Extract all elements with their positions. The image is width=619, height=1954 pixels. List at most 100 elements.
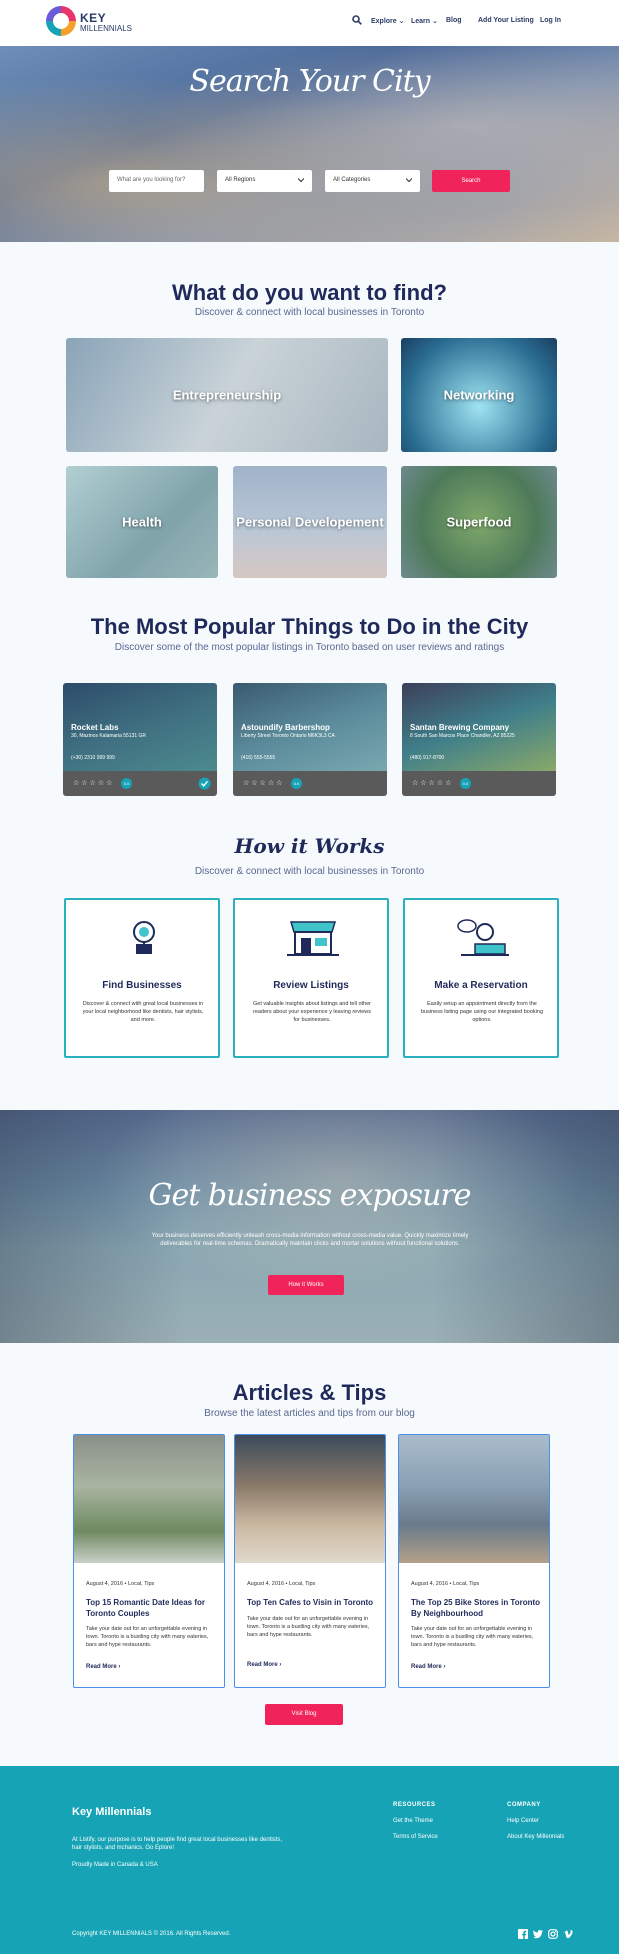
- instagram-icon[interactable]: [548, 1929, 558, 1939]
- rating-stars: ☆☆☆☆☆: [412, 780, 454, 787]
- nav-learn[interactable]: Learn ⌄: [411, 17, 438, 25]
- find-title: What do you want to find?: [172, 280, 447, 305]
- step-card-review: Review Listings Get valuable insights ab…: [233, 898, 389, 1058]
- footer-link[interactable]: Terms of Service: [393, 1834, 438, 1840]
- article-card[interactable]: August 4, 2016 • Local, Tips Top 15 Roma…: [73, 1434, 225, 1688]
- category-networking[interactable]: Networking: [401, 338, 557, 452]
- facebook-icon[interactable]: [518, 1929, 528, 1939]
- listing-phone: (480) 917-8700: [410, 755, 445, 761]
- vimeo-icon[interactable]: [563, 1929, 573, 1939]
- hero-title: Search Your City: [189, 64, 430, 99]
- article-meta: August 4, 2016 • Local, Tips: [247, 1581, 316, 1587]
- search-icon[interactable]: [352, 15, 362, 25]
- category-value: All Categories: [333, 177, 371, 183]
- nav-explore-label: Explore: [371, 18, 397, 25]
- chevron-down-icon: [406, 178, 412, 183]
- nav-explore[interactable]: Explore ⌄: [371, 17, 405, 25]
- category-label: Entrepreneurship: [172, 387, 282, 403]
- article-excerpt: Take your date out for an unforgettable …: [247, 1616, 370, 1638]
- listing-card[interactable]: Rocket Labs 30, Mazinos Kalamaria 55131 …: [63, 683, 217, 796]
- read-more-link[interactable]: Read More ›: [411, 1664, 445, 1670]
- exposure-banner: [0, 1110, 619, 1343]
- company-heading: COMPANY: [507, 1802, 541, 1808]
- category-personal-development[interactable]: Personal Developement: [233, 466, 387, 578]
- read-more-label: Read More: [247, 1662, 278, 1668]
- how-title: How it Works: [234, 834, 385, 858]
- article-image: [74, 1435, 224, 1563]
- search-input[interactable]: What are you looking for?: [109, 170, 204, 192]
- listing-name: Astoundify Barbershop: [241, 723, 330, 732]
- listing-address: 30, Mazinos Kalamaria 55131 GR: [71, 733, 147, 739]
- nav-add-listing[interactable]: Add Your Listing: [478, 17, 534, 24]
- find-subtitle: Discover & connect with local businesses…: [194, 307, 425, 318]
- search-button[interactable]: Search: [432, 170, 510, 192]
- article-title[interactable]: The Top 25 Bike Stores in Toronto By Nei…: [411, 1597, 541, 1619]
- category-label: Health: [122, 514, 162, 530]
- rating-stars: ☆☆☆☆☆: [243, 780, 285, 787]
- article-image: [235, 1435, 385, 1563]
- articles-subtitle: Browse the latest articles and tips from…: [204, 1408, 415, 1419]
- article-meta: August 4, 2016 • Local, Tips: [411, 1581, 480, 1587]
- verified-check-icon: [198, 777, 211, 790]
- step-text: Easily setup an appointment directly fro…: [421, 1001, 543, 1023]
- article-title[interactable]: Top 15 Romantic Date Ideas for Toronto C…: [86, 1597, 216, 1619]
- logo-subtext[interactable]: MILLENNIALS: [80, 24, 132, 33]
- article-title[interactable]: Top Ten Cafes to Visin in Toronto: [247, 1597, 377, 1608]
- chevron-right-icon: ›: [443, 1664, 446, 1670]
- category-health[interactable]: Health: [66, 466, 218, 578]
- footer-link[interactable]: About Key Millennials: [507, 1834, 564, 1840]
- listing-phone: (416) 555-5555: [241, 755, 276, 761]
- storefront-icon: [287, 921, 339, 956]
- category-superfood[interactable]: Superfood: [401, 466, 557, 578]
- read-more-label: Read More: [86, 1664, 117, 1670]
- exposure-text: Your business deserves efficiently unlea…: [151, 1233, 469, 1247]
- rating-badge: 0.0: [460, 778, 471, 789]
- category-select[interactable]: All Categories: [325, 170, 420, 192]
- read-more-link[interactable]: Read More ›: [86, 1664, 120, 1670]
- listing-name: Santan Brewing Company: [410, 723, 510, 732]
- listing-footer: ☆☆☆☆☆ 0.0: [233, 771, 387, 796]
- articles-title: Articles & Tips: [232, 1380, 387, 1405]
- footer-link[interactable]: Help Center: [507, 1818, 539, 1824]
- how-it-works-button[interactable]: How it Works: [268, 1275, 344, 1295]
- step-title: Review Listings: [273, 980, 349, 991]
- listing-card[interactable]: Santan Brewing Company 8 South San Marco…: [402, 683, 556, 796]
- article-card[interactable]: August 4, 2016 • Local, Tips The Top 25 …: [398, 1434, 550, 1688]
- map-pin-icon: [133, 921, 155, 954]
- region-select[interactable]: All Regions: [217, 170, 312, 192]
- step-text: Discover & connect with great local busi…: [82, 1001, 204, 1023]
- listing-address: 8 South San Marcos Place Chandler, AZ 85…: [410, 733, 515, 739]
- category-label: Personal Developement: [236, 514, 384, 530]
- chevron-right-icon: ›: [118, 1664, 121, 1670]
- twitter-icon[interactable]: [533, 1929, 543, 1939]
- visit-blog-button[interactable]: Visit Blog: [265, 1704, 343, 1725]
- popular-title: The Most Popular Things to Do in the Cit…: [90, 614, 529, 639]
- chevron-down-icon: ⌄: [432, 18, 438, 25]
- article-card[interactable]: August 4, 2016 • Local, Tips Top Ten Caf…: [234, 1434, 386, 1688]
- support-agent-icon: [457, 919, 509, 956]
- site-header: KEY MILLENNIALS Explore ⌄ Learn ⌄ Blog A…: [0, 0, 619, 46]
- region-value: All Regions: [225, 177, 256, 183]
- step-card-find: Find Businesses Discover & connect with …: [64, 898, 220, 1058]
- popular-subtitle: Discover some of the most popular listin…: [114, 642, 505, 653]
- nav-blog[interactable]: Blog: [446, 17, 462, 24]
- footer-made: Proudly Made in Canada & USA: [72, 1862, 158, 1868]
- logo-icon[interactable]: [46, 6, 76, 36]
- rating-stars: ☆☆☆☆☆: [73, 780, 115, 787]
- article-meta: August 4, 2016 • Local, Tips: [86, 1581, 155, 1587]
- listing-card[interactable]: Astoundify Barbershop Liberty Street Tor…: [233, 683, 387, 796]
- nav-login[interactable]: Log In: [540, 17, 561, 24]
- category-entrepreneurship[interactable]: Entrepreneurship: [66, 338, 388, 452]
- article-excerpt: Take your date out for an unforgettable …: [411, 1626, 534, 1648]
- resources-heading: RESOURCES: [393, 1802, 436, 1808]
- listing-name: Rocket Labs: [71, 723, 119, 732]
- read-more-link[interactable]: Read More ›: [247, 1662, 281, 1668]
- step-card-reservation: Make a Reservation Easily setup an appoi…: [403, 898, 559, 1058]
- rating-badge: 0.0: [121, 778, 132, 789]
- footer-link[interactable]: Get the Theme: [393, 1818, 433, 1824]
- logo-text[interactable]: KEY: [80, 11, 106, 25]
- step-title: Find Businesses: [102, 980, 182, 991]
- listing-address: Liberty Street Toronto Ontario M6K3L3 CA: [241, 733, 335, 739]
- chevron-right-icon: ›: [279, 1662, 282, 1668]
- chevron-down-icon: [298, 178, 304, 183]
